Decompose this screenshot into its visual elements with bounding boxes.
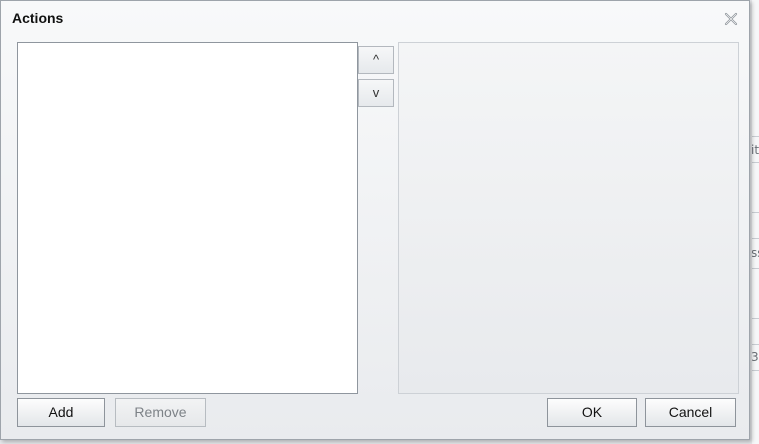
move-down-button[interactable]: v (358, 79, 394, 107)
background-text-fragment: ss (752, 246, 759, 260)
add-button[interactable]: Add (17, 398, 105, 427)
background-row: it (752, 136, 759, 163)
close-icon (724, 12, 738, 26)
action-details-panel (398, 42, 739, 394)
ok-button[interactable]: OK (547, 398, 637, 427)
background-row (752, 268, 759, 295)
background-row (752, 318, 759, 345)
cancel-button[interactable]: Cancel (645, 398, 736, 427)
background-text-fragment: it (752, 143, 759, 157)
background-row (752, 162, 759, 189)
background-row (752, 370, 759, 397)
move-up-button[interactable]: ^ (358, 46, 394, 74)
background-app-fragment: it ss 3 (752, 0, 759, 444)
dialog-title: Actions (12, 10, 64, 26)
close-button[interactable] (723, 11, 739, 27)
background-row (752, 212, 759, 239)
actions-list[interactable] (17, 42, 358, 394)
actions-dialog: Actions ^ v Add Remove OK Cancel (0, 0, 750, 440)
background-row: ss (752, 238, 759, 269)
background-row: 3 (752, 344, 759, 371)
background-text-fragment: 3 (752, 350, 759, 364)
remove-button[interactable]: Remove (115, 398, 206, 427)
